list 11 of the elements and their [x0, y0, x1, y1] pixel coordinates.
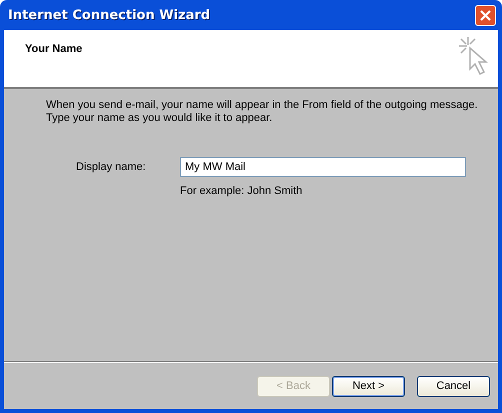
- wizard-button[interactable]: Next >: [332, 376, 405, 396]
- page-title: Your Name: [25, 43, 82, 57]
- close-icon: [480, 10, 491, 20]
- cursor-sparkle-icon: [458, 36, 488, 76]
- example-hint: For example: John Smith: [180, 185, 304, 197]
- window-title: Internet Connection Wizard: [8, 8, 210, 22]
- intro-text: When you send e-mail, your name will appear in the From field of the outgoing message. Type your name as you would like it to appear.: [46, 99, 479, 125]
- display-name-field[interactable]: My MW Mail: [180, 157, 466, 177]
- close-button[interactable]: [475, 4, 496, 26]
- wizard-button[interactable]: Cancel: [417, 376, 490, 396]
- field-label: Display name:: [76, 161, 147, 173]
